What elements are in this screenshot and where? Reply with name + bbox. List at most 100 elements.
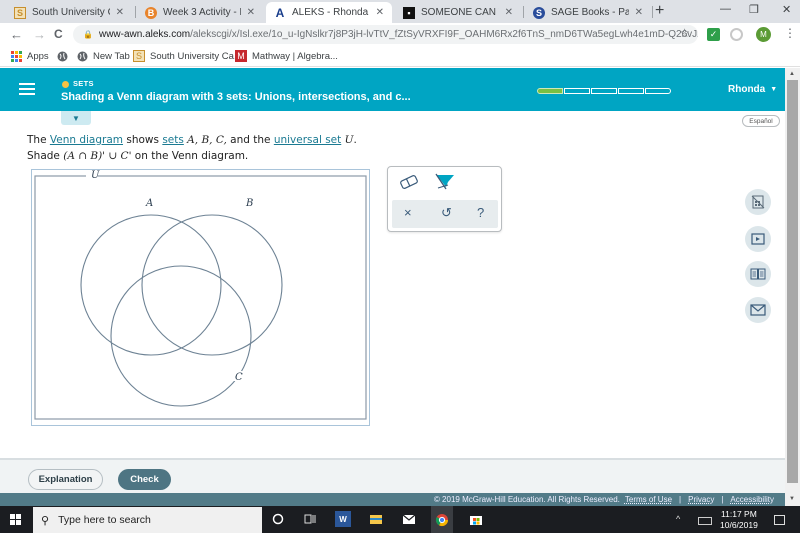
message-button[interactable] [745,297,771,323]
check-button[interactable]: Check [118,469,171,490]
venn-diagram[interactable]: U A B C [32,170,369,425]
taskbar-search-input[interactable]: ⚲ Type here to search [33,507,262,533]
venn-diagram-container[interactable]: U A B C [31,169,370,426]
calculator-icon [751,195,765,209]
venn-diagram-link[interactable]: Venn diagram [50,134,123,146]
system-clock[interactable]: 11:17 PM 10/6/2019 [720,509,758,531]
tab-title: SAGE Books - Participate [551,7,629,18]
close-tab-icon[interactable]: ✕ [116,7,124,18]
set-c-circle[interactable] [110,265,252,407]
new-tab-button[interactable]: + [655,2,664,20]
shade-flag-icon[interactable] [434,173,456,196]
file-explorer-icon[interactable] [368,511,384,527]
blackboard-favicon-icon: B [145,6,157,19]
browser-tab-strip: S South University Campus ✕ B Week 3 Act… [0,0,800,23]
action-center-icon[interactable] [774,515,785,525]
universal-set-rectangle[interactable] [34,175,367,420]
forward-button[interactable]: → [33,27,46,42]
book-icon [750,268,766,280]
espanol-button[interactable]: Español [742,115,780,127]
problem-statement-line1: The Venn diagram shows sets A, B, C, and… [27,134,357,146]
task-view-icon[interactable] [302,511,318,527]
word-icon[interactable]: W [335,511,351,527]
footer-separator: | [679,495,682,504]
help-button[interactable]: ? [477,205,484,220]
brainly-favicon-icon: ▪ [403,6,415,19]
search-placeholder: Type here to search [58,514,151,526]
profile-avatar[interactable]: M [756,27,771,42]
checkmark-extension-icon[interactable]: ✓ [707,28,720,41]
browser-tab-active[interactable]: A ALEKS - Rhonda Rose - Learn ✕ [266,2,392,23]
bookmark-new-tab[interactable]: New Tab [76,50,130,62]
privacy-link[interactable]: Privacy [688,495,714,504]
tab-title: ALEKS - Rhonda Rose - Learn [292,7,370,18]
terms-of-use-link[interactable]: Terms of Use [625,495,672,504]
sage-favicon-icon: S [533,6,545,19]
accessibility-link[interactable]: Accessibility [730,495,774,504]
chrome-icon[interactable] [431,506,453,533]
close-tab-icon[interactable]: ✕ [635,7,643,18]
tab-separator [652,6,653,18]
universal-set-link[interactable]: universal set [274,134,341,146]
bookmark-globe[interactable] [56,50,73,62]
text: shows [123,134,163,146]
bookmark-label: Mathway | Algebra... [252,50,338,62]
browser-tab[interactable]: S SAGE Books - Participate ✕ [525,2,651,23]
restore-button[interactable]: ❐ [749,3,759,16]
universe-label: U [91,170,100,181]
textbook-button[interactable] [745,261,771,287]
tab-title: SOMEONE CAN YOU PLEASE [421,7,499,18]
set-b-circle[interactable] [141,214,283,356]
touch-keyboard-icon[interactable] [698,517,712,525]
reload-button[interactable]: C [54,27,63,41]
mail-icon[interactable] [401,511,417,527]
back-button[interactable]: ← [10,27,23,42]
close-window-button[interactable]: ✕ [782,3,791,16]
scrollbar-thumb[interactable] [787,80,798,483]
scroll-down-arrow-icon[interactable]: ▼ [789,496,795,502]
bookmark-apps[interactable]: Apps [10,50,49,62]
set-b-label: B [245,198,253,209]
expand-header-toggle[interactable]: ▼ [61,111,91,125]
page-scrollbar[interactable]: ▲ ▼ [785,68,800,506]
bookmark-label: Apps [27,50,49,62]
text: on the Venn diagram. [131,150,249,162]
show-hidden-icons-chevron-icon[interactable]: ^ [676,514,680,524]
bookmark-south-university[interactable]: S South University Ca... [133,50,242,62]
browser-tab[interactable]: ▪ SOMEONE CAN YOU PLEASE ✕ [395,2,521,23]
tab-title: South University Campus [32,7,110,18]
bookmark-star-icon[interactable]: ☆ [679,26,690,40]
south-university-icon: S [133,50,145,62]
store-icon[interactable] [468,511,484,527]
address-bar[interactable]: 🔒 www-awn.aleks.com/alekscgi/x/Isl.exe/1… [73,25,698,44]
close-tab-icon[interactable]: ✕ [376,7,384,18]
video-button[interactable] [745,226,771,252]
extension-icon[interactable] [730,28,743,41]
cortana-icon[interactable] [270,511,286,527]
clear-button[interactable]: × [404,205,412,220]
set-a-circle[interactable] [80,214,222,356]
windows-start-icon[interactable] [10,514,21,525]
set-a-label: A [145,198,153,209]
close-tab-icon[interactable]: ✕ [505,7,513,18]
minimize-button[interactable]: — [720,3,731,15]
undo-button[interactable]: ↺ [441,205,452,221]
mathway-icon: M [235,50,247,62]
explanation-button[interactable]: Explanation [28,469,103,490]
hamburger-menu-icon[interactable] [19,83,35,95]
browser-tab[interactable]: B Week 3 Activity - MAT1510 ✕ [137,2,263,23]
clock-time: 11:17 PM [721,509,757,519]
user-name: Rhonda [728,84,766,95]
user-menu[interactable]: Rhonda ▼ [728,84,777,95]
sets-link[interactable]: sets [162,134,184,146]
scroll-up-arrow-icon[interactable]: ▲ [789,71,795,77]
calculator-disabled-button[interactable] [745,189,771,215]
bookmark-label: South University Ca... [150,50,242,62]
topic-label: SETS [73,79,94,88]
tool-row-top [388,167,501,199]
eraser-icon[interactable] [399,175,419,192]
bookmark-mathway[interactable]: M Mathway | Algebra... [235,50,338,62]
browser-tab[interactable]: S South University Campus ✕ [6,2,132,23]
close-tab-icon[interactable]: ✕ [247,7,255,18]
browser-menu-icon[interactable]: ⋮ [784,26,796,40]
